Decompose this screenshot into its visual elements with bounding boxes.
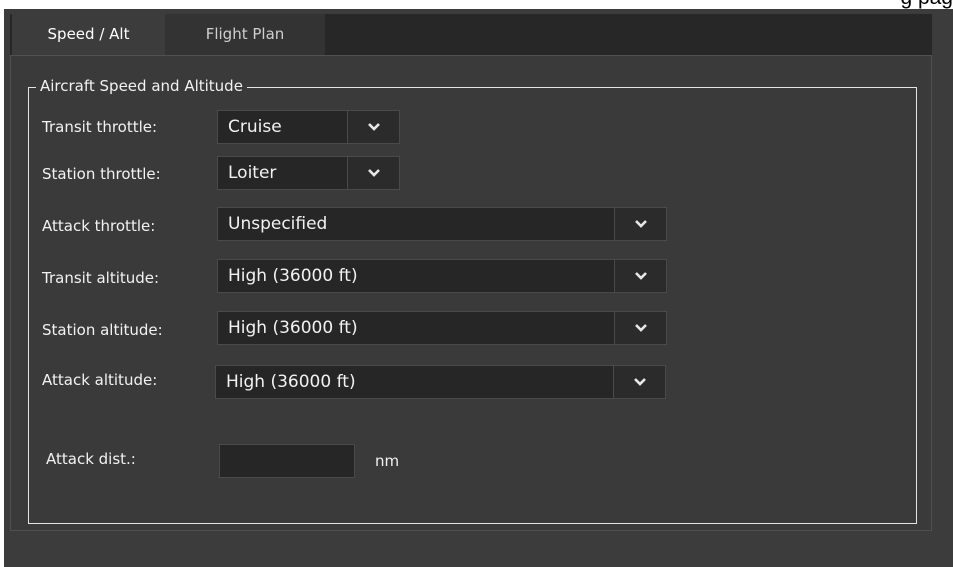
attack-dist-input[interactable] bbox=[219, 444, 355, 478]
attack-dist-label: Attack dist.: bbox=[46, 450, 136, 468]
station-throttle-value: Loiter bbox=[228, 163, 277, 183]
transit-throttle-dropdown-button[interactable] bbox=[347, 111, 399, 143]
transit-throttle-label: Transit throttle: bbox=[42, 118, 158, 136]
chevron-down-icon bbox=[367, 169, 380, 177]
chevron-down-icon bbox=[634, 220, 647, 228]
transit-throttle-value: Cruise bbox=[228, 117, 282, 137]
chevron-down-icon bbox=[367, 123, 380, 131]
attack-altitude-value: High (36000 ft) bbox=[226, 372, 356, 392]
chevron-down-icon bbox=[633, 378, 646, 386]
tab-speed-alt[interactable]: Speed / Alt bbox=[12, 14, 165, 55]
chevron-down-icon bbox=[634, 272, 647, 280]
transit-altitude-select[interactable]: High (36000 ft) bbox=[217, 259, 667, 293]
group-title: Aircraft Speed and Altitude bbox=[36, 75, 247, 97]
station-throttle-select[interactable]: Loiter bbox=[217, 156, 400, 190]
station-altitude-dropdown-button[interactable] bbox=[614, 312, 666, 344]
station-throttle-label: Station throttle: bbox=[42, 165, 161, 183]
station-altitude-select[interactable]: High (36000 ft) bbox=[217, 311, 667, 345]
attack-altitude-select[interactable]: High (36000 ft) bbox=[215, 365, 666, 399]
attack-throttle-value: Unspecified bbox=[228, 214, 328, 234]
transit-altitude-dropdown-button[interactable] bbox=[614, 260, 666, 292]
attack-throttle-select[interactable]: Unspecified bbox=[217, 207, 667, 241]
station-throttle-dropdown-button[interactable] bbox=[347, 157, 399, 189]
station-altitude-label: Station altitude: bbox=[42, 321, 163, 339]
transit-altitude-label: Transit altitude: bbox=[42, 269, 160, 287]
chevron-down-icon bbox=[634, 324, 647, 332]
tab-flight-plan[interactable]: Flight Plan bbox=[165, 14, 325, 55]
attack-throttle-label: Attack throttle: bbox=[42, 217, 156, 235]
attack-altitude-dropdown-button[interactable] bbox=[613, 366, 665, 398]
attack-dist-unit: nm bbox=[375, 452, 400, 470]
transit-altitude-value: High (36000 ft) bbox=[228, 266, 358, 286]
transit-throttle-select[interactable]: Cruise bbox=[217, 110, 400, 144]
station-altitude-value: High (36000 ft) bbox=[228, 318, 358, 338]
attack-throttle-dropdown-button[interactable] bbox=[614, 208, 666, 240]
attack-altitude-label: Attack altitude: bbox=[42, 371, 158, 389]
aircraft-speed-altitude-group bbox=[28, 87, 917, 524]
